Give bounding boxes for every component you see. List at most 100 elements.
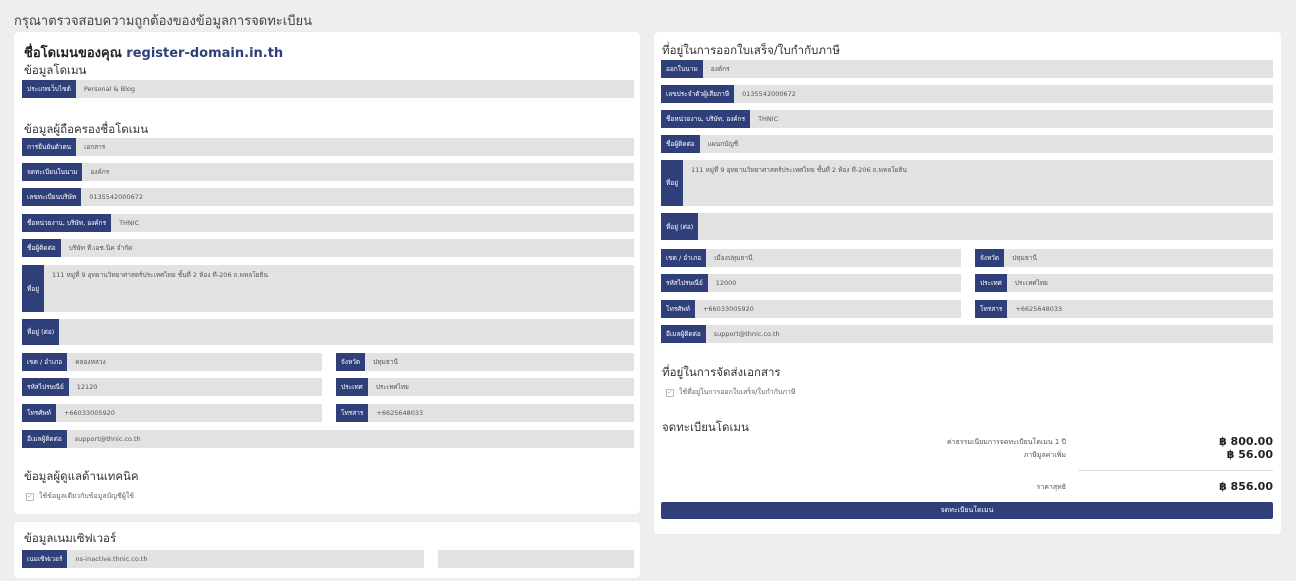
holder-phone-field: โทรศัพท์ +66033005920 (22, 404, 322, 422)
domain-heading-prefix: ชื่อโดเมนของคุณ (24, 46, 122, 61)
field-value: แผนกบัญชี (707, 140, 739, 148)
nameserver-field-2 (438, 550, 634, 568)
invoice-address-field: ที่อยู่ 111 หมู่ที่ 9 อุทยานวิทยาศาสตร์ป… (661, 160, 1273, 206)
field-label: อีเมลผู้ติดต่อ (661, 325, 706, 343)
register-domain-button[interactable]: จดทะเบียนโดเมน (661, 502, 1273, 519)
holder-country-field: ประเทศ ประเทศไทย (336, 378, 634, 396)
field-value: องค์กร (710, 65, 730, 73)
field-label: โทรศัพท์ (22, 404, 56, 422)
invoice-address2-field: ที่อยู่ (ต่อ) (661, 213, 1273, 240)
fee-label: ค่าธรรมเนียมการจดทะเบียนโดเมน 1 ปี (946, 438, 1066, 446)
field-label: เลขประจำตัวผู้เสียภาษี (661, 85, 735, 103)
net-value: ฿ 856.00 (1219, 480, 1273, 493)
field-value: องค์กร (90, 168, 110, 176)
field-value: คลองหลวง (75, 358, 106, 366)
shipping-section-title: ที่อยู่ในการจัดส่งเอกสาร (662, 365, 781, 379)
invoice-district-field: เขต / อำเภอ เมืองปทุมธานี (661, 249, 961, 267)
field-label: ชื่อหน่วยงาน, บริษัท, องค์กร (661, 110, 751, 128)
field-value: 12120 (76, 383, 98, 391)
invoice-country-field: ประเทศ ประเทศไทย (975, 274, 1273, 292)
holder-fax-field: โทรสาร +6625648033 (336, 404, 634, 422)
register-section-title: จดทะเบียนโดเมน (662, 420, 749, 434)
field-value: ปทุมธานี (1012, 254, 1037, 262)
invoice-field-organization: ชื่อหน่วยงาน, บริษัท, องค์กร THNIC (661, 110, 1273, 128)
holder-email-field: อีเมลผู้ติดต่อ support@thnic.co.th (22, 430, 634, 448)
vat-value: ฿ 56.00 (1226, 448, 1273, 461)
invoice-phone-field: โทรศัพท์ +66033005920 (661, 300, 961, 318)
field-label: เนมเซิฟเวอร์ (22, 550, 68, 568)
invoice-field-contact: ชื่อผู้ติดต่อ แผนกบัญชี (661, 135, 1273, 153)
field-label: ชื่อผู้ติดต่อ (22, 239, 61, 257)
field-label: โทรสาร (336, 404, 369, 422)
field-value: THNIC (758, 115, 779, 123)
field-value: เมืองปทุมธานี (714, 254, 753, 262)
field-value: ประเทศไทย (1014, 279, 1048, 287)
field-value: ประเทศไทย (375, 383, 409, 391)
field-label: ประเทศ (336, 378, 368, 396)
invoice-postcode-field: รหัสไปรษณีย์ 12000 (661, 274, 961, 292)
field-label: ที่อยู่ (22, 265, 44, 312)
invoice-province-field: จังหวัด ปทุมธานี (975, 249, 1273, 267)
field-value: support@thnic.co.th (713, 330, 780, 338)
field-label: จังหวัด (336, 353, 366, 371)
invoice-email-field: อีเมลผู้ติดต่อ support@thnic.co.th (661, 325, 1273, 343)
shipping-checkbox-label: ใช้ที่อยู่ในการออกใบเสร็จ/ใบกำกับภาษี (679, 388, 796, 396)
field-value: 111 หมู่ที่ 9 อุทยานวิทยาศาสตร์ประเทศไทย… (52, 271, 268, 279)
invoice-section-title: ที่อยู่ในการออกใบเสร็จ/ใบกำกับภาษี (662, 43, 840, 57)
field-value: +66033005920 (63, 409, 115, 417)
holder-district-field: เขต / อำเภอ คลองหลวง (22, 353, 322, 371)
field-value: ปทุมธานี (373, 358, 398, 366)
field-value: THNIC (119, 219, 140, 227)
invoice-fax-field: โทรสาร +6625648033 (975, 300, 1273, 318)
tech-section-title: ข้อมูลผู้ดูแลด้านเทคนิค (24, 469, 139, 483)
holder-field-company-id: เลขทะเบียนบริษัท 0135542000672 (22, 188, 634, 206)
page-title: กรุณาตรวจสอบความถูกต้องของข้อมูลการจดทะเ… (14, 14, 312, 29)
tech-same-checkbox[interactable]: ✓ ใช้ข้อมูลเดียวกับข้อมูลบัญชีผู้ใช้ (26, 491, 134, 502)
field-label: จดทะเบียนในนาม (22, 163, 83, 181)
field-label: เขต / อำเภอ (22, 353, 68, 371)
nameserver-field: เนมเซิฟเวอร์ ns-inactive.thnic.co.th (22, 550, 424, 568)
shipping-same-checkbox[interactable]: ✓ ใช้ที่อยู่ในการออกใบเสร็จ/ใบกำกับภาษี (666, 387, 795, 398)
field-label: โทรสาร (975, 300, 1008, 318)
field-value: บริษัท ที.เอช.นิค จำกัด (68, 244, 133, 252)
check-icon: ✓ (666, 388, 674, 397)
invoice-field-issued-as: ออกในนาม องค์กร (661, 60, 1273, 78)
field-label: รหัสไปรษณีย์ (661, 274, 708, 292)
domain-heading: ชื่อโดเมนของคุณ register-domain.in.th (24, 42, 283, 63)
field-label: ประเทศ (975, 274, 1007, 292)
holder-section-title: ข้อมูลผู้ถือครองชื่อโดเมน (24, 122, 149, 136)
field-value: เอกสาร (84, 143, 106, 151)
field-label: การยืนยันตัวตน (22, 138, 77, 156)
field-value: +6625648033 (1015, 305, 1063, 313)
field-value: ns-inactive.thnic.co.th (75, 555, 148, 563)
holder-field-registered-as: จดทะเบียนในนาม องค์กร (22, 163, 634, 181)
field-label: ที่อยู่ (ต่อ) (661, 213, 699, 240)
field-label: โทรศัพท์ (661, 300, 695, 318)
vat-label: ภาษีมูลค่าเพิ่ม (1023, 451, 1066, 459)
ns-section-title: ข้อมูลเนมเซิฟเวอร์ (24, 531, 117, 545)
domain-section-title: ข้อมูลโดเมน (24, 63, 87, 77)
holder-address-field: ที่อยู่ 111 หมู่ที่ 9 อุทยานวิทยาศาสตร์ป… (22, 265, 634, 312)
fee-value: ฿ 800.00 (1219, 435, 1273, 448)
field-value: 12000 (715, 279, 737, 287)
field-label: ชื่อหน่วยงาน, บริษัท, องค์กร (22, 214, 112, 232)
tech-checkbox-label: ใช้ข้อมูลเดียวกับข้อมูลบัญชีผู้ใช้ (39, 492, 135, 500)
field-label: เลขทะเบียนบริษัท (22, 188, 82, 206)
total-divider (1078, 470, 1273, 471)
holder-field-contact: ชื่อผู้ติดต่อ บริษัท ที.เอช.นิค จำกัด (22, 239, 634, 257)
holder-address2-field: ที่อยู่ (ต่อ) (22, 319, 634, 345)
field-label: ที่อยู่ (ต่อ) (22, 319, 60, 345)
domain-name: register-domain.in.th (126, 46, 284, 61)
check-icon: ✓ (26, 492, 34, 501)
field-value: Personal & Blog (83, 85, 136, 93)
field-label: เขต / อำเภอ (661, 249, 707, 267)
domain-type-field: ประเภทเว็บไซต์ Personal & Blog (22, 80, 634, 98)
field-label: จังหวัด (975, 249, 1005, 267)
field-value: +6625648033 (376, 409, 424, 417)
holder-field-identity: การยืนยันตัวตน เอกสาร (22, 138, 634, 156)
holder-province-field: จังหวัด ปทุมธานี (336, 353, 634, 371)
field-label: ออกในนาม (661, 60, 703, 78)
field-label: ชื่อผู้ติดต่อ (661, 135, 700, 153)
field-value: support@thnic.co.th (74, 435, 141, 443)
field-label: รหัสไปรษณีย์ (22, 378, 69, 396)
